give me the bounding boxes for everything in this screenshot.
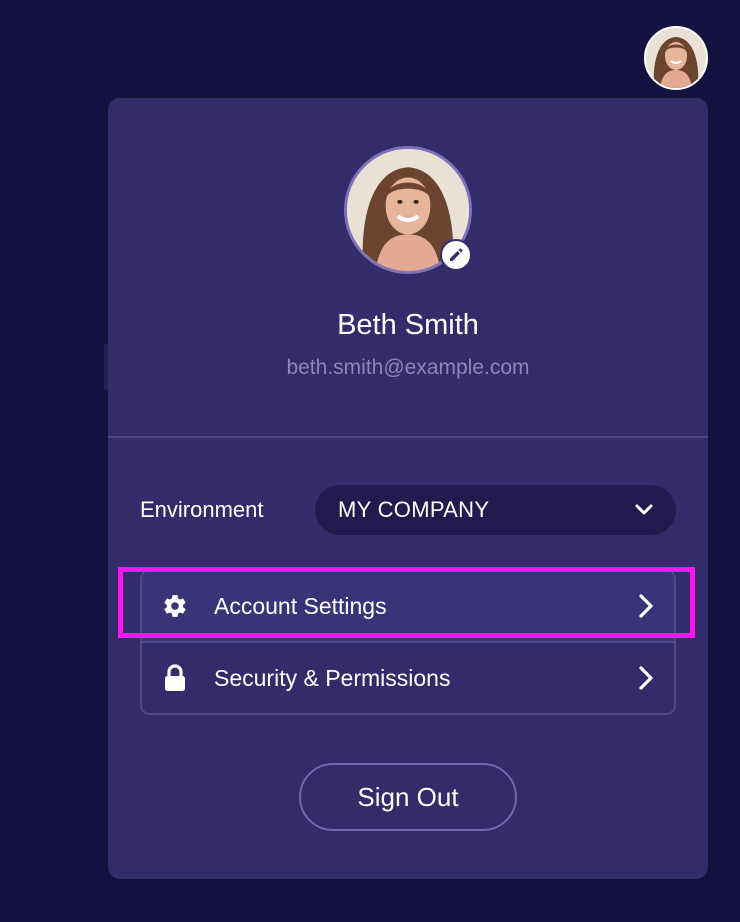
header-avatar-button[interactable]: [644, 26, 708, 90]
divider: [108, 436, 708, 438]
gear-icon: [160, 591, 190, 621]
chevron-right-icon: [636, 664, 656, 692]
environment-select[interactable]: MY COMPANY: [315, 485, 676, 535]
menu-item-security-permissions[interactable]: Security & Permissions: [142, 643, 674, 713]
user-name: Beth Smith: [337, 309, 479, 341]
menu-item-label: Security & Permissions: [214, 664, 451, 691]
environment-selected-value: MY COMPANY: [338, 497, 490, 522]
menu-item-account-settings[interactable]: Account Settings: [142, 571, 674, 641]
pencil-icon: [450, 248, 463, 261]
chevron-right-icon: [636, 592, 656, 620]
user-email: beth.smith@example.com: [286, 356, 530, 379]
menu-item-label: Account Settings: [214, 592, 387, 619]
user-avatar-photo: [646, 28, 706, 88]
edit-avatar-button[interactable]: [440, 239, 472, 271]
sign-out-button[interactable]: Sign Out: [299, 763, 517, 831]
profile-dropdown-panel: Beth Smith beth.smith@example.com Enviro…: [108, 98, 708, 879]
settings-menu: Account Settings Security & Permissions: [140, 569, 676, 715]
environment-label: Environment: [140, 497, 264, 522]
lock-icon: [160, 663, 190, 693]
chevron-down-icon: [635, 504, 653, 515]
